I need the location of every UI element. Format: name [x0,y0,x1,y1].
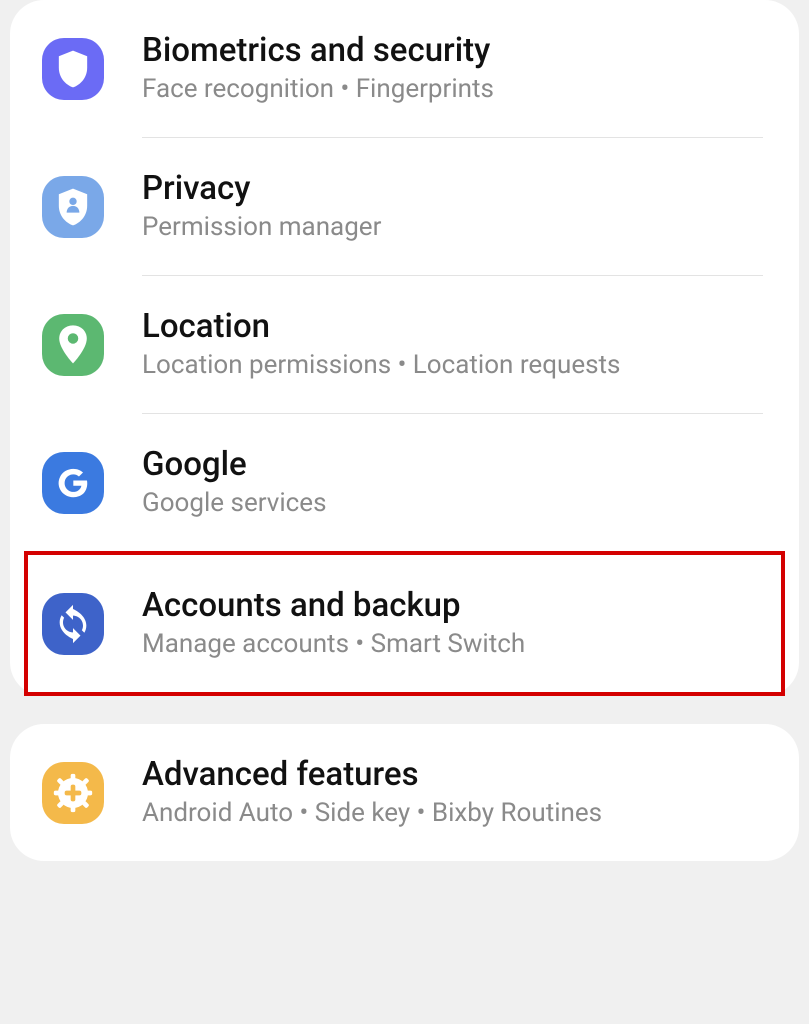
settings-item-google[interactable]: Google Google services [10,414,799,551]
settings-group-1: Biometrics and security Face recognition… [10,0,799,696]
settings-item-text: Google Google services [142,444,763,521]
settings-item-title: Location [142,306,763,347]
settings-group-2: Advanced features Android Auto • Side ke… [10,724,799,861]
settings-item-title: Google [142,444,763,485]
settings-item-subtitle: Android Auto • Side key • Bixby Routines [142,797,763,831]
settings-item-advanced-features[interactable]: Advanced features Android Auto • Side ke… [10,724,799,861]
location-pin-icon [42,314,104,376]
settings-item-title: Privacy [142,168,763,209]
plus-gear-icon [42,762,104,824]
settings-item-subtitle: Google services [142,487,763,521]
settings-item-text: Biometrics and security Face recognition… [142,30,763,107]
settings-item-privacy[interactable]: Privacy Permission manager [10,138,799,275]
settings-item-subtitle: Permission manager [142,211,763,245]
settings-item-text: Accounts and backup Manage accounts • Sm… [142,585,763,662]
shield-icon [42,38,104,100]
sync-icon [42,593,104,655]
settings-item-accounts-backup-wrap: Accounts and backup Manage accounts • Sm… [10,551,799,696]
settings-item-subtitle: Location permissions • Location requests [142,349,763,383]
settings-item-accounts-backup[interactable]: Accounts and backup Manage accounts • Sm… [10,551,799,696]
settings-item-title: Accounts and backup [142,585,763,626]
settings-item-text: Privacy Permission manager [142,168,763,245]
settings-item-title: Advanced features [142,754,763,795]
privacy-shield-icon [42,176,104,238]
settings-item-biometrics[interactable]: Biometrics and security Face recognition… [10,0,799,137]
settings-item-text: Advanced features Android Auto • Side ke… [142,754,763,831]
settings-item-subtitle: Manage accounts • Smart Switch [142,628,763,662]
settings-item-text: Location Location permissions • Location… [142,306,763,383]
settings-item-title: Biometrics and security [142,30,763,71]
settings-item-subtitle: Face recognition • Fingerprints [142,73,763,107]
google-g-icon [42,452,104,514]
settings-item-location[interactable]: Location Location permissions • Location… [10,276,799,413]
